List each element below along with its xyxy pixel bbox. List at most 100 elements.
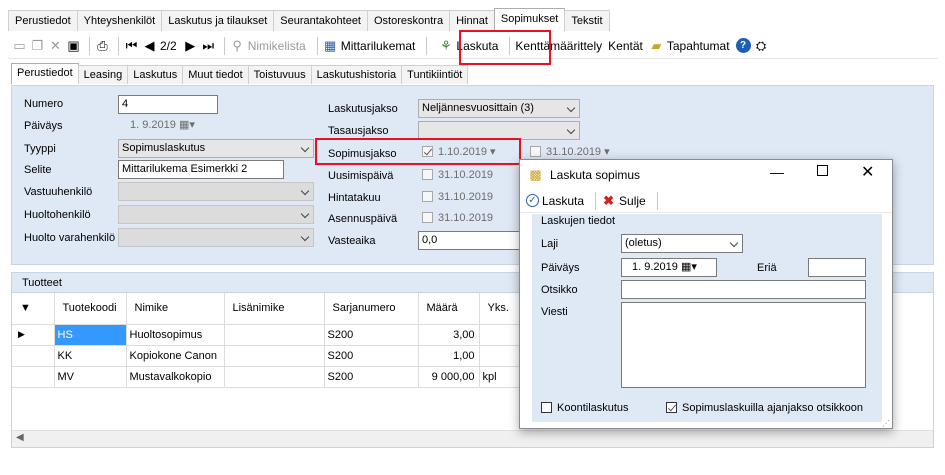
cell-name[interactable]: Mustavalkokopio [126, 366, 225, 388]
selite-field[interactable]: Mittarilukema Esimerkki 2 [118, 160, 284, 179]
tab-yhteyshenkilot[interactable]: Yhteyshenkilöt [76, 10, 163, 31]
inner-tab-leasing[interactable]: Leasing [77, 65, 129, 84]
hintatakuu-field[interactable]: 31.10.2019 [418, 188, 528, 207]
paivays-label: Päiväys [24, 120, 63, 132]
scroll-left-icon[interactable]: ◀ [16, 432, 24, 443]
cell-code[interactable]: HS [54, 324, 127, 346]
vasteaika-label: Vasteaika [328, 235, 376, 247]
cell-qty[interactable]: 3,00 [418, 324, 480, 346]
column-header-lisanimike[interactable]: Lisänimike [224, 293, 325, 325]
inner-tab-tuntikiintiot[interactable]: Tuntikiintiöt [401, 65, 469, 84]
ajanjakso-option[interactable]: Sopimuslaskuilla ajanjakso otsikkoon [666, 402, 863, 414]
koontilaskutus-option[interactable]: Koontilaskutus [541, 402, 629, 414]
tyyppi-select[interactable]: Sopimuslaskutus [118, 139, 314, 158]
copy-icon[interactable]: ❐ [30, 38, 45, 53]
cell-code[interactable]: MV [54, 366, 127, 388]
table-row[interactable]: MV Mustavalkokopio S200 9 000,00 kpl [12, 366, 520, 388]
cell-name[interactable]: Kopiokone Canon [126, 345, 225, 367]
last-record-icon[interactable]: ⏭ [201, 38, 216, 53]
inner-tab-perustiedot[interactable]: Perustiedot [11, 63, 79, 84]
otsikko-field[interactable] [621, 280, 866, 299]
maximize-icon[interactable] [817, 165, 828, 176]
uusimispaiva-checkbox[interactable] [422, 169, 433, 180]
tab-laskutus-ja-tilaukset[interactable]: Laskutus ja tilaukset [161, 10, 275, 31]
new-document-icon[interactable]: ▭ [12, 38, 27, 53]
tab-hinnat[interactable]: Hinnat [449, 10, 495, 31]
table-row[interactable]: ▶ HS Huoltosopimus S200 3,00 [12, 324, 520, 346]
cell-unit[interactable]: kpl [479, 366, 520, 388]
minimize-icon[interactable]: — [770, 164, 784, 180]
cell-unit[interactable] [479, 345, 520, 367]
inner-tab-laskutushistoria[interactable]: Laskutushistoria [310, 65, 403, 84]
vasteaika-field[interactable]: 0,0 [418, 231, 526, 250]
column-header-maara[interactable]: Määrä [418, 293, 480, 325]
mittarilukemat-button[interactable]: ▦ Mittarilukemat [323, 35, 415, 57]
huoltohenkilo-select[interactable] [118, 205, 314, 224]
column-header-tuotekoodi[interactable]: Tuotekoodi [54, 293, 127, 325]
viesti-label: Viesti [541, 306, 568, 318]
first-record-icon[interactable]: ⏮ [124, 38, 139, 53]
cell-name[interactable]: Huoltosopimus [126, 324, 225, 346]
table-row[interactable]: KK Kopiokone Canon S200 1,00 [12, 345, 520, 367]
dialog-laskuta-button[interactable]: ✓ Laskuta [526, 190, 584, 212]
cell-serial[interactable]: S200 [324, 366, 419, 388]
save-icon[interactable]: ▣ [66, 38, 81, 53]
cell-extra[interactable] [224, 345, 325, 367]
column-header-sarjanumero[interactable]: Sarjanumero [324, 293, 419, 325]
cell-serial[interactable]: S200 [324, 345, 419, 367]
tab-sopimukset[interactable]: Sopimukset [493, 8, 566, 31]
grid-scrollbar[interactable]: ◀ [12, 430, 933, 447]
dialog-sulje-button[interactable]: ✖ Sulje [601, 190, 646, 212]
inner-tab-toistuvuus[interactable]: Toistuvuus [247, 65, 312, 84]
hintatakuu-checkbox[interactable] [422, 191, 433, 202]
dialog-paivays-field[interactable]: 1. 9.2019 ▦▾ [621, 258, 717, 277]
eria-field[interactable] [808, 258, 866, 277]
resize-grip-icon[interactable]: ⋰ [882, 419, 890, 428]
viesti-field[interactable] [621, 302, 866, 388]
laskutusjakso-label: Laskutusjakso [328, 103, 398, 115]
cell-qty[interactable]: 1,00 [418, 345, 480, 367]
uusimispaiva-field[interactable]: 31.10.2019 [418, 166, 528, 185]
close-icon[interactable]: ✕ [861, 162, 874, 182]
column-chooser-icon[interactable]: ▼ [12, 293, 55, 325]
binoculars-icon[interactable]: ⛭ [754, 38, 769, 53]
nimikelista-button[interactable]: ⚲ Nimikelista [230, 35, 305, 57]
asennuspaiva-checkbox[interactable] [422, 212, 433, 223]
ajanjakso-checkbox[interactable] [666, 402, 677, 413]
column-header-nimike[interactable]: Nimike [126, 293, 225, 325]
cell-code[interactable]: KK [54, 345, 127, 367]
inner-tab-laskutus[interactable]: Laskutus [127, 65, 184, 84]
calendar-icon[interactable]: ▦▾ [681, 261, 697, 273]
table-icon: ▦ [324, 38, 337, 53]
toolbar-separator [426, 36, 428, 55]
column-header-yks[interactable]: Yks. [479, 293, 520, 325]
cell-extra[interactable] [224, 324, 325, 346]
inner-tab-muut-tiedot[interactable]: Muut tiedot [182, 65, 249, 84]
tab-ostoreskontra[interactable]: Ostoreskontra [367, 10, 451, 31]
tab-tekstit[interactable]: Tekstit [564, 10, 610, 31]
asennuspaiva-field[interactable]: 31.10.2019 [418, 209, 528, 228]
print-icon[interactable]: ⎙ [95, 38, 110, 53]
uusimispaiva-label: Uusimispäivä [328, 170, 394, 182]
help-icon[interactable]: ? [735, 38, 751, 53]
vastuuhenkilo-select[interactable] [118, 182, 314, 201]
cell-qty[interactable]: 9 000,00 [418, 366, 480, 388]
next-record-icon[interactable]: ▶ [183, 38, 198, 53]
tab-perustiedot[interactable]: Perustiedot [8, 10, 78, 31]
laskutusjakso-select[interactable]: Neljännesvuosittain (3) [418, 99, 580, 118]
sopimusjakso-loppu-checkbox[interactable] [530, 146, 541, 157]
inner-tab-strip: Perustiedot Leasing Laskutus Muut tiedot… [11, 63, 469, 85]
numero-field[interactable]: 4 [118, 95, 218, 114]
cell-unit[interactable] [479, 324, 520, 346]
delete-icon[interactable]: ✕ [48, 38, 63, 53]
cell-serial[interactable]: S200 [324, 324, 419, 346]
previous-record-icon[interactable]: ◀ [142, 38, 157, 53]
kentat-button[interactable]: Kentät [608, 35, 643, 57]
tapahtumat-button[interactable]: ▰ Tapahtumat [649, 35, 729, 57]
vastuuhenkilo-label: Vastuuhenkilö [24, 186, 93, 198]
koontilaskutus-checkbox[interactable] [541, 402, 552, 413]
huolto-varahenkilo-select[interactable] [118, 228, 314, 247]
laji-select[interactable]: (oletus) [621, 234, 743, 253]
cell-extra[interactable] [224, 366, 325, 388]
tab-seurantakohteet[interactable]: Seurantakohteet [273, 10, 368, 31]
